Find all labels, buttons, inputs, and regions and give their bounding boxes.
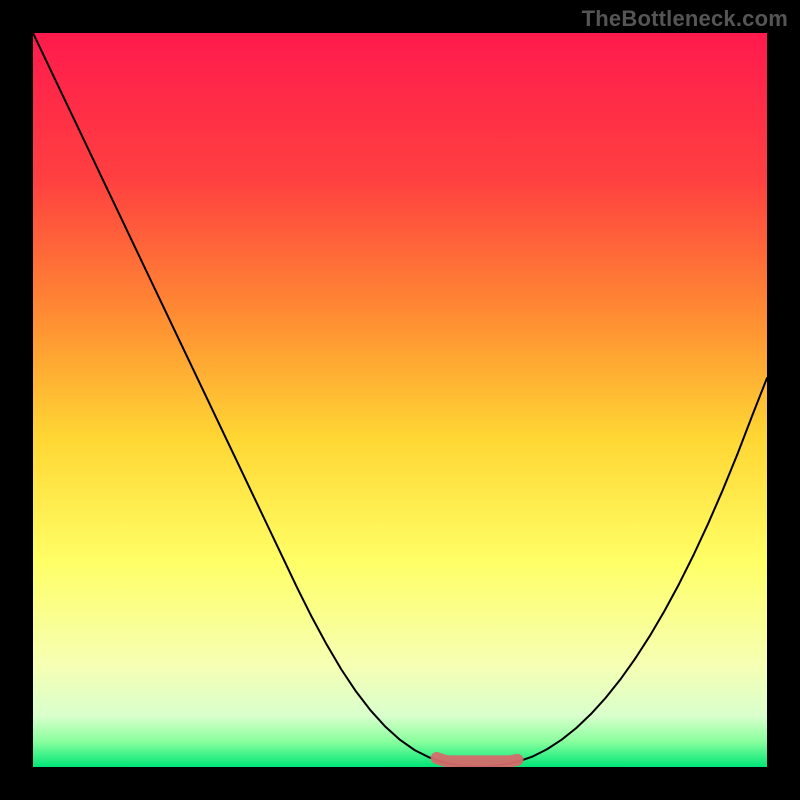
optimal-region-highlight bbox=[437, 758, 518, 761]
plot-area bbox=[33, 33, 767, 767]
chart-frame: TheBottleneck.com bbox=[0, 0, 800, 800]
watermark-text: TheBottleneck.com bbox=[582, 6, 788, 32]
gradient-background bbox=[33, 33, 767, 767]
chart-svg bbox=[33, 33, 767, 767]
